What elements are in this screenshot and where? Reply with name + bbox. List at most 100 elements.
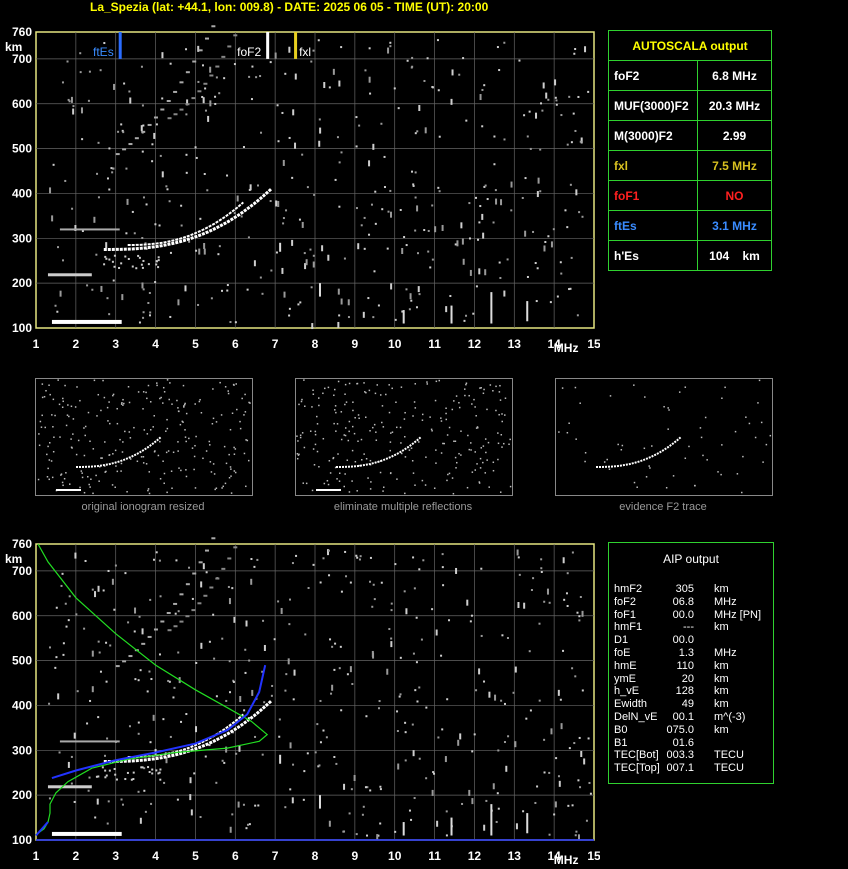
y-tick-label: 600 [12,97,32,111]
y-tick-label: 760 [12,537,32,551]
trace-streak [526,813,529,834]
autoscala-label: M(3000)F2 [608,120,698,151]
trace-streak [402,822,405,836]
x-tick-label: 11 [428,849,441,863]
autoscala-row: h'Es 104 km [608,240,772,271]
y-tick-label: 300 [12,231,32,245]
x-tick-label: 1 [33,849,40,863]
ionogram-top: 760 700 600 500 400 300 200 100 km 1 2 3 4 5 6 7 8 9 10 11 1… [0,0,600,360]
y-tick-label: 760 [12,25,32,39]
aip-unit: TECU [714,762,744,775]
thumb-original [35,378,253,496]
x-tick-label: 3 [112,849,119,863]
y-tick-label: 600 [12,609,32,623]
x-tick-label: 4 [152,849,159,863]
aip-value: 06.8 [672,595,694,608]
thumb-eliminate [295,378,513,496]
trace-streak [402,310,405,324]
foF2-marker [266,32,270,59]
aip-label: hmF1 [614,621,643,634]
aip-value: 128 [675,685,694,698]
y-tick-label: 500 [12,142,32,156]
x-tick-label: 15 [587,849,600,863]
thumb-evidence [555,378,773,496]
aip-value: 110 [676,659,694,672]
x-tick-label: 2 [73,337,80,351]
trace-streak [318,283,321,297]
autoscala-row: foF2 6.8 MHz [608,60,772,91]
aip-value: 00.0 [672,634,694,647]
aip-label: foF2 [614,595,637,608]
fxl-marker-label: fxl [299,45,311,59]
f2-trace [103,187,273,251]
x-tick-label: 5 [192,849,199,863]
foF2-marker-label: foF2 [237,45,261,59]
aip-unit: km [714,672,729,685]
x-tick-label: 13 [508,337,522,351]
autoscala-value: 2.99 [697,120,772,151]
aip-value: 00.1 [672,711,694,723]
aip-unit: km [714,698,729,711]
x-tick-label: 11 [428,337,441,351]
x-tick-label: 4 [152,337,159,351]
autoscala-table: AUTOSCALA output foF2 6.8 MHz MUF(3000)F2 2… [608,30,772,271]
x-tick-label: 8 [312,337,319,351]
x-tick-label: 13 [508,849,522,863]
y-tick-label: 400 [12,698,32,712]
y-unit-label: km [5,552,22,566]
aip-value: 00.0 [672,608,694,621]
aip-label: Ewidth [614,698,648,711]
aip-label: foE [614,647,631,659]
x-tick-label: 6 [232,337,239,351]
ionogram-top-plot: 760700600500400300200100km1 2 3 4 5 6 7 8 9 10 11 1… [5,25,600,355]
y-tick-label: 100 [12,833,32,847]
y-tick-label: 700 [12,52,32,66]
x-tick-label: 6 [232,849,239,863]
aip-unit: km [714,583,729,595]
trace-streak [279,242,282,252]
y-tick-label: 300 [12,743,32,757]
x-tick-label: 15 [587,337,600,351]
autoscala-row: M(3000)F2 2.99 [608,120,772,151]
autoscala-header: AUTOSCALA output [608,30,772,61]
aip-label: h_vE [614,685,640,698]
trace-streak [450,305,453,324]
autoscala-value: 3.1 MHz [697,210,772,241]
x-tick-label: 12 [468,337,482,351]
y-tick-label: 700 [12,564,32,578]
x-unit-label: MHz [554,341,579,355]
x-tick-label: 10 [388,337,402,351]
aip-unit: km [714,723,729,736]
x-tick-label: 9 [352,849,359,863]
autoscala-label: foF2 [608,60,698,91]
aip-unit: km [714,685,729,698]
thumb-caption-eliminate: eliminate multiple reflections [333,501,473,513]
x-unit-label: MHz [554,853,579,867]
autoscala-value: 6.8 MHz [697,60,772,91]
es-trace [47,228,160,324]
autoscala-row: MUF(3000)F2 20.3 MHz [608,90,772,121]
aip-value: 01.6 [672,736,694,749]
y-tick-label: 200 [12,788,32,802]
f2-trace [103,699,273,763]
trace-streak [450,817,453,836]
aip-label: B1 [614,736,628,749]
aip-unit: MHz [PN] [714,608,762,621]
autoscala-row: foF1 NO [608,180,772,211]
y-tick-label: 400 [12,186,32,200]
thumb-caption-original: original ionogram resized [81,501,205,513]
x-tick-label: 9 [352,337,359,351]
aip-value: 305 [675,583,694,595]
aip-value: 1.3 [678,647,694,659]
aip-label: hmF2 [614,583,643,595]
y-tick-label: 100 [12,321,32,335]
autoscala-label: fxl [608,150,698,181]
multiple-reflection-trace [115,25,238,156]
autoscala-value: 20.3 MHz [697,90,772,121]
x-tick-label: 3 [112,337,119,351]
ionogram-bottom: 760 700 600 500 400 300 200 100 km 1 2 3 4 5 6 7 8 9 10 11 1… [0,530,600,869]
thumb-caption-evidence: evidence F2 trace [619,501,707,513]
trace-streak [279,754,282,764]
aip-header: AIP output [663,552,719,566]
aip-label: ymE [614,672,636,685]
